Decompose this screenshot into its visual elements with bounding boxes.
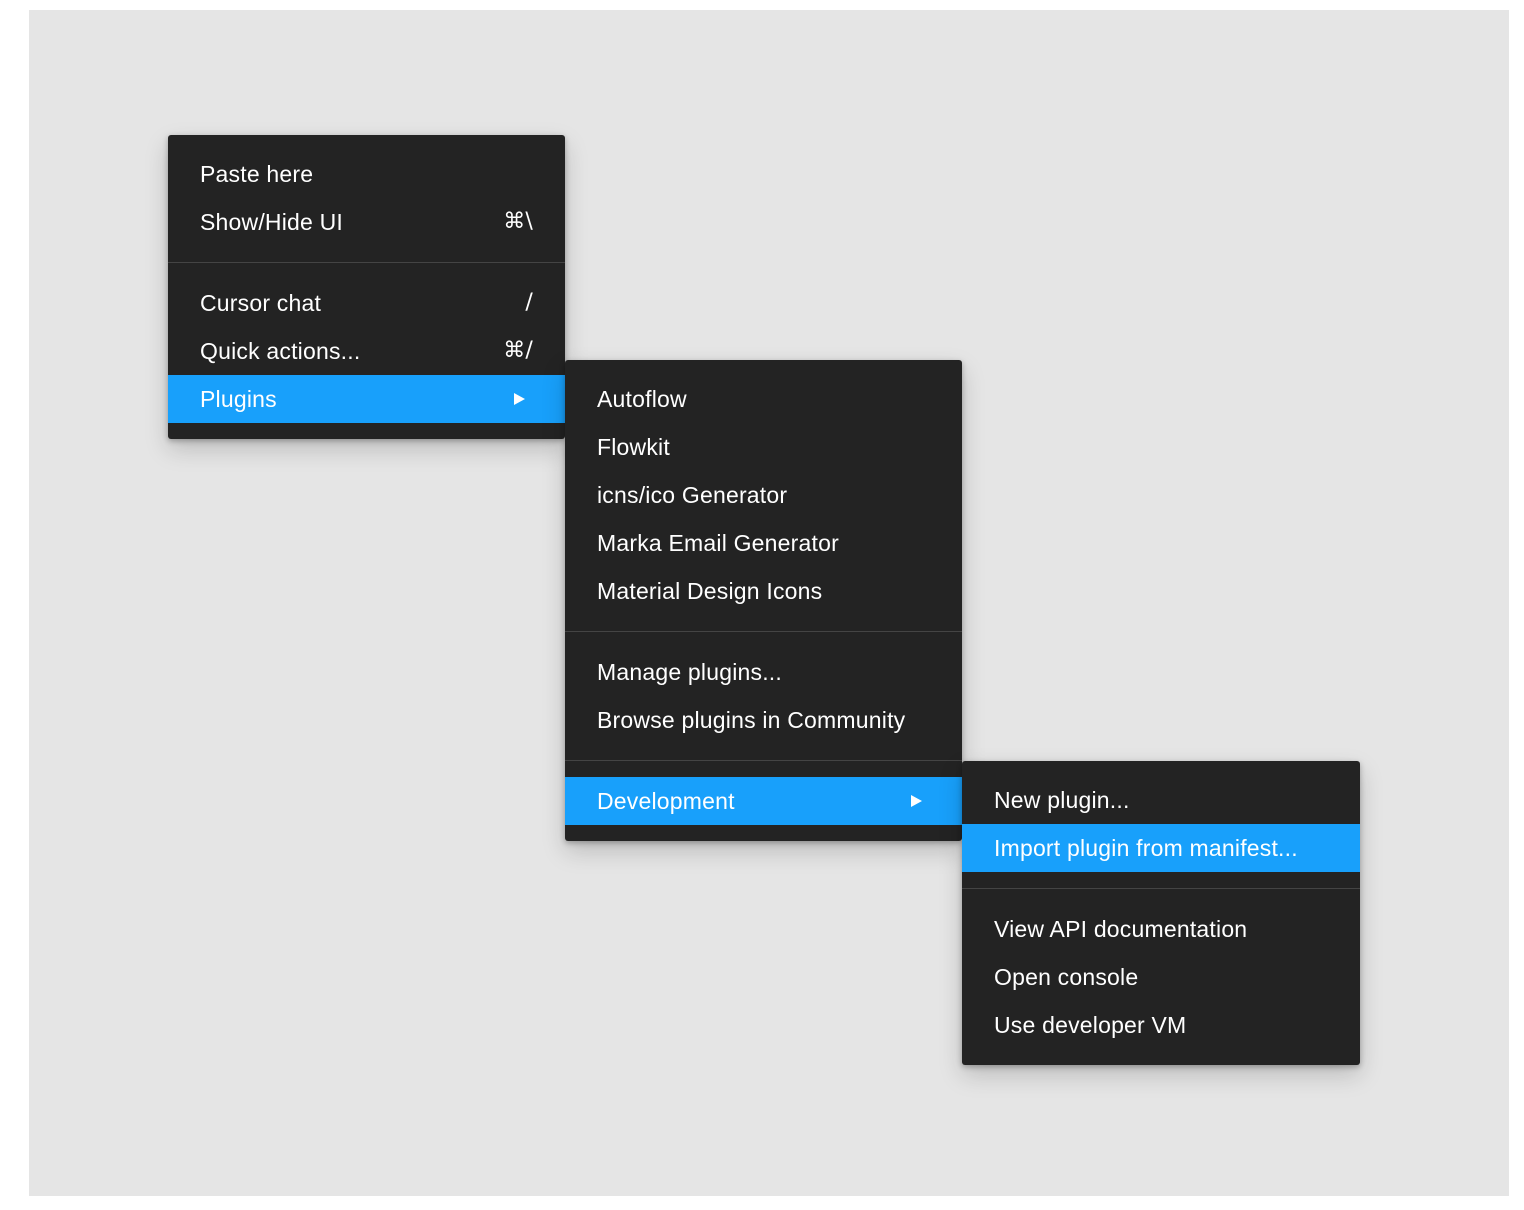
menu-item-material-design-icons[interactable]: Material Design Icons bbox=[565, 567, 962, 615]
triangle-right-icon bbox=[514, 393, 525, 405]
menu-item-use-developer-vm[interactable]: Use developer VM bbox=[962, 1001, 1360, 1049]
menu-separator bbox=[168, 262, 565, 263]
menu-item-label: Cursor chat bbox=[200, 290, 322, 316]
menu-item-shortcut: ⌘\ bbox=[503, 209, 533, 234]
menu-item-autoflow[interactable]: Autoflow bbox=[565, 375, 962, 423]
menu-item-flowkit[interactable]: Flowkit bbox=[565, 423, 962, 471]
context-menu: Paste here Show/Hide UI ⌘\ Cursor chat /… bbox=[168, 135, 565, 439]
menu-item-label: Development bbox=[597, 788, 735, 814]
menu-item-label: icns/ico Generator bbox=[597, 482, 788, 508]
menu-item-new-plugin[interactable]: New plugin... bbox=[962, 776, 1360, 824]
menu-item-view-api-documentation[interactable]: View API documentation bbox=[962, 905, 1360, 953]
menu-item-open-console[interactable]: Open console bbox=[962, 953, 1360, 1001]
menu-item-label: New plugin... bbox=[994, 787, 1130, 813]
menu-item-label: Manage plugins... bbox=[597, 659, 782, 685]
menu-item-cursor-chat[interactable]: Cursor chat / bbox=[168, 279, 565, 327]
menu-item-shortcut: / bbox=[525, 290, 533, 315]
menu-item-label: View API documentation bbox=[994, 916, 1248, 942]
menu-item-browse-plugins[interactable]: Browse plugins in Community bbox=[565, 696, 962, 744]
menu-item-development[interactable]: Development bbox=[565, 777, 962, 825]
menu-item-shortcut: ⌘/ bbox=[503, 338, 533, 363]
menu-separator bbox=[565, 631, 962, 632]
menu-item-paste-here[interactable]: Paste here bbox=[168, 150, 565, 198]
menu-item-label: Plugins bbox=[200, 386, 277, 412]
menu-item-quick-actions[interactable]: Quick actions... ⌘/ bbox=[168, 327, 565, 375]
menu-item-label: Marka Email Generator bbox=[597, 530, 839, 556]
development-submenu: New plugin... Import plugin from manifes… bbox=[962, 761, 1360, 1065]
menu-item-label: Browse plugins in Community bbox=[597, 707, 906, 733]
menu-item-label: Autoflow bbox=[597, 386, 687, 412]
menu-item-label: Flowkit bbox=[597, 434, 670, 460]
plugins-submenu: Autoflow Flowkit icns/ico Generator Mark… bbox=[565, 360, 962, 841]
menu-item-label: Paste here bbox=[200, 161, 314, 187]
menu-separator bbox=[962, 888, 1360, 889]
menu-item-import-plugin-from-manifest[interactable]: Import plugin from manifest... bbox=[962, 824, 1360, 872]
triangle-right-icon bbox=[911, 795, 922, 807]
menu-item-manage-plugins[interactable]: Manage plugins... bbox=[565, 648, 962, 696]
menu-separator bbox=[565, 760, 962, 761]
menu-item-marka-email-generator[interactable]: Marka Email Generator bbox=[565, 519, 962, 567]
menu-item-show-hide-ui[interactable]: Show/Hide UI ⌘\ bbox=[168, 198, 565, 246]
menu-item-label: Use developer VM bbox=[994, 1012, 1187, 1038]
menu-item-label: Import plugin from manifest... bbox=[994, 835, 1298, 861]
menu-item-label: Show/Hide UI bbox=[200, 209, 344, 235]
menu-item-icns-ico-generator[interactable]: icns/ico Generator bbox=[565, 471, 962, 519]
menu-item-plugins[interactable]: Plugins bbox=[168, 375, 565, 423]
menu-item-label: Open console bbox=[994, 964, 1139, 990]
menu-item-label: Quick actions... bbox=[200, 338, 361, 364]
menu-item-label: Material Design Icons bbox=[597, 578, 823, 604]
